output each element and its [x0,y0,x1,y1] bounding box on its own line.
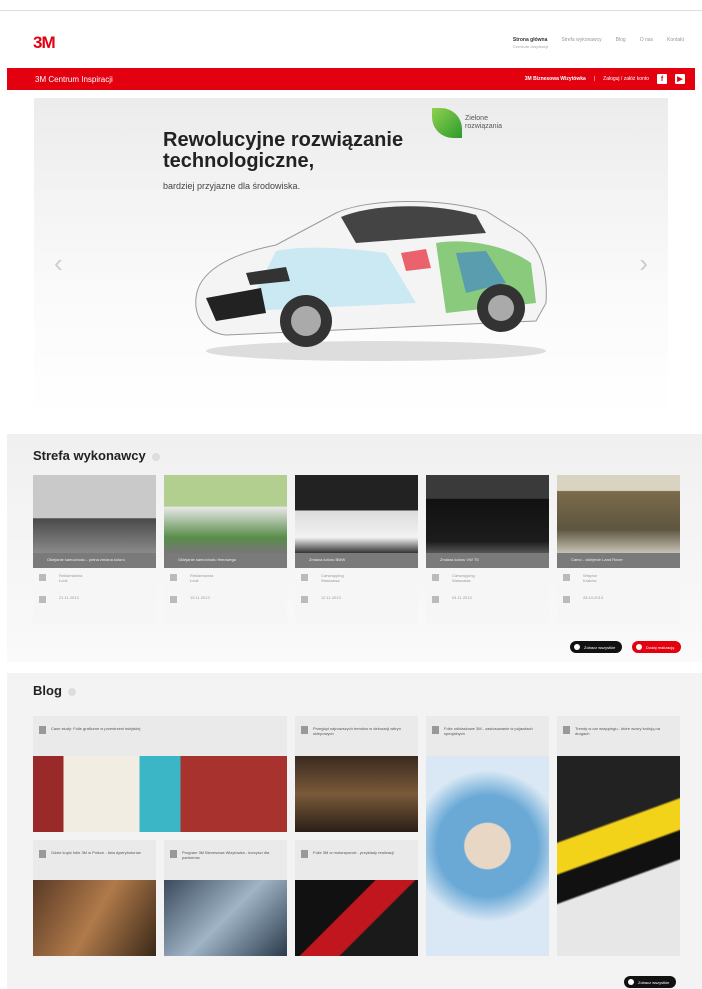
blog-tile[interactable]: Folie odblaskowe 3M - zastosowanie w poj… [426,716,549,756]
plus-icon [574,644,580,650]
article-icon [39,850,46,858]
arrow-icon [151,452,160,461]
contractor-card[interactable]: Camo - oklejenie Land Rover Wraptor Krakó… [557,475,680,623]
user-icon [301,574,308,581]
blog-image[interactable] [295,756,418,832]
article-icon [301,850,308,858]
card-photo [164,475,287,553]
article-icon [563,726,570,734]
blog-image[interactable] [33,880,156,956]
see-all-contractors-button[interactable]: Zobacz wszystkie [570,641,623,653]
card-company: Carwrapping Warszawa [295,568,418,590]
separator: | [593,76,596,82]
blog-image[interactable] [33,756,287,832]
card-photo [426,475,549,553]
slider-next-arrow[interactable]: › [639,248,648,279]
blog-tile[interactable]: Case study: Folie graficzne w przestrzen… [33,716,287,756]
blog-tile[interactable]: Program 3M Biznesowa Wizytówka - korzyśc… [164,840,287,880]
contractor-card[interactable]: Zmiana koloru BMW Carwrapping Warszawa 12… [295,475,418,623]
card-photo [295,475,418,553]
section-title: Strefa wykonawcy [33,448,160,463]
blog-image[interactable] [295,880,418,956]
card-date: 19.11.2013 [164,590,287,612]
plus-icon [628,979,634,985]
calendar-icon [170,596,177,603]
nav-item-contact[interactable]: Kontakt [667,37,684,43]
brand-logo[interactable]: 3M [33,33,56,53]
red-banner-bar: 3M Centrum Inspiracji 3M Biznesowa Wizyt… [7,68,695,90]
page: 3M Strona główna Centrum Inspiracji Stref… [0,0,702,989]
contractor-card[interactable]: Zmiana koloru VW T5 Carwrapping Warszawa … [426,475,549,623]
hero-slider: Rewolucyjne rozwiązanie technologiczne, b… [34,98,668,416]
blog-tile[interactable]: Gdzie kupić folie 3M w Polsce - lista dy… [33,840,156,880]
add-project-button[interactable]: Dodaj realizację [632,641,682,653]
nav-item-home-sub: Centrum Inspiracji [512,44,549,49]
nav-item-blog[interactable]: Blog [616,37,626,43]
slider-prev-arrow[interactable]: ‹ [54,248,63,279]
nav-item-contractors[interactable]: Strefa wykonawcy [561,37,601,43]
top-divider [0,10,702,11]
nav-item-home[interactable]: Strona główna Centrum Inspiracji [513,37,548,49]
card-caption[interactable]: Oklejanie samochodu - pełna zmiana kolor… [33,553,156,568]
blog-tile[interactable]: Trendy w car wrappingu - które wzory kró… [557,716,680,756]
login-link[interactable]: Zaloguj / załóż konto [603,76,649,82]
blog-tile[interactable]: Folie 3M w motorsporcie - przykłady real… [295,840,418,880]
partner-link[interactable]: 3M Biznesowa Wizytówka [525,76,586,82]
article-icon [170,850,177,858]
main-nav: Strona główna Centrum Inspiracji Strefa w… [513,37,684,49]
see-all-blog-button[interactable]: Zobacz wszystkie [624,976,677,988]
leaf-icon [432,108,462,138]
blog-image[interactable] [557,756,680,956]
calendar-icon [563,596,570,603]
hero-subline: bardziej przyjazne dla środowiska. [163,181,301,191]
section-title: Blog [33,683,76,698]
card-company: Reklamiarnia Łódź [164,568,287,590]
plus-icon [636,644,642,650]
card-company: Carwrapping Warszawa [426,568,549,590]
user-icon [39,574,46,581]
blog-tile[interactable]: Przegląd najnowszych trendów w dekoracji… [295,716,418,756]
hero-headline: Rewolucyjne rozwiązanie technologiczne, [163,129,404,172]
card-company: Wraptor Kraków [557,568,680,590]
article-icon [432,726,439,734]
calendar-icon [39,596,46,603]
blog-section: Blog Case study: Folie graficzne w przes… [7,673,702,989]
card-photo [557,475,680,553]
hero-car-image [195,200,547,361]
calendar-icon [432,596,439,603]
card-photo [33,475,156,553]
calendar-icon [301,596,308,603]
green-solutions-badge: Zielone rozwiązania [432,108,505,138]
youtube-icon[interactable]: ▶ [675,74,685,84]
card-caption[interactable]: Oklejanie samochodu firmowego [164,553,287,568]
card-caption[interactable]: Zmiana koloru BMW [295,553,418,568]
card-date: 28.10.2013 [557,590,680,612]
contractor-zone-section: Strefa wykonawcy Oklejanie samochodu - p… [7,434,702,662]
card-caption[interactable]: Camo - oklejenie Land Rover [557,553,680,568]
card-date: 21.11.2013 [33,590,156,612]
card-caption[interactable]: Zmiana koloru VW T5 [426,553,549,568]
card-date: 04.11.2013 [426,590,549,612]
article-icon [301,726,308,734]
card-date: 12.11.2013 [295,590,418,612]
card-company: Reklamiarnia Łódź [33,568,156,590]
user-icon [170,574,177,581]
banner-title[interactable]: 3M Centrum Inspiracji [35,75,113,84]
contractor-card[interactable]: Oklejanie samochodu firmowego Reklamiarn… [164,475,287,623]
article-icon [39,726,46,734]
blog-image[interactable] [164,880,287,956]
user-icon [563,574,570,581]
facebook-icon[interactable]: f [657,74,667,84]
nav-item-about[interactable]: O nas [640,37,653,43]
blog-image[interactable] [426,756,549,956]
contractor-card[interactable]: Oklejanie samochodu - pełna zmiana kolor… [33,475,156,623]
arrow-icon [67,687,76,696]
badge-label: Zielone rozwiązania [465,115,502,130]
user-icon [432,574,439,581]
